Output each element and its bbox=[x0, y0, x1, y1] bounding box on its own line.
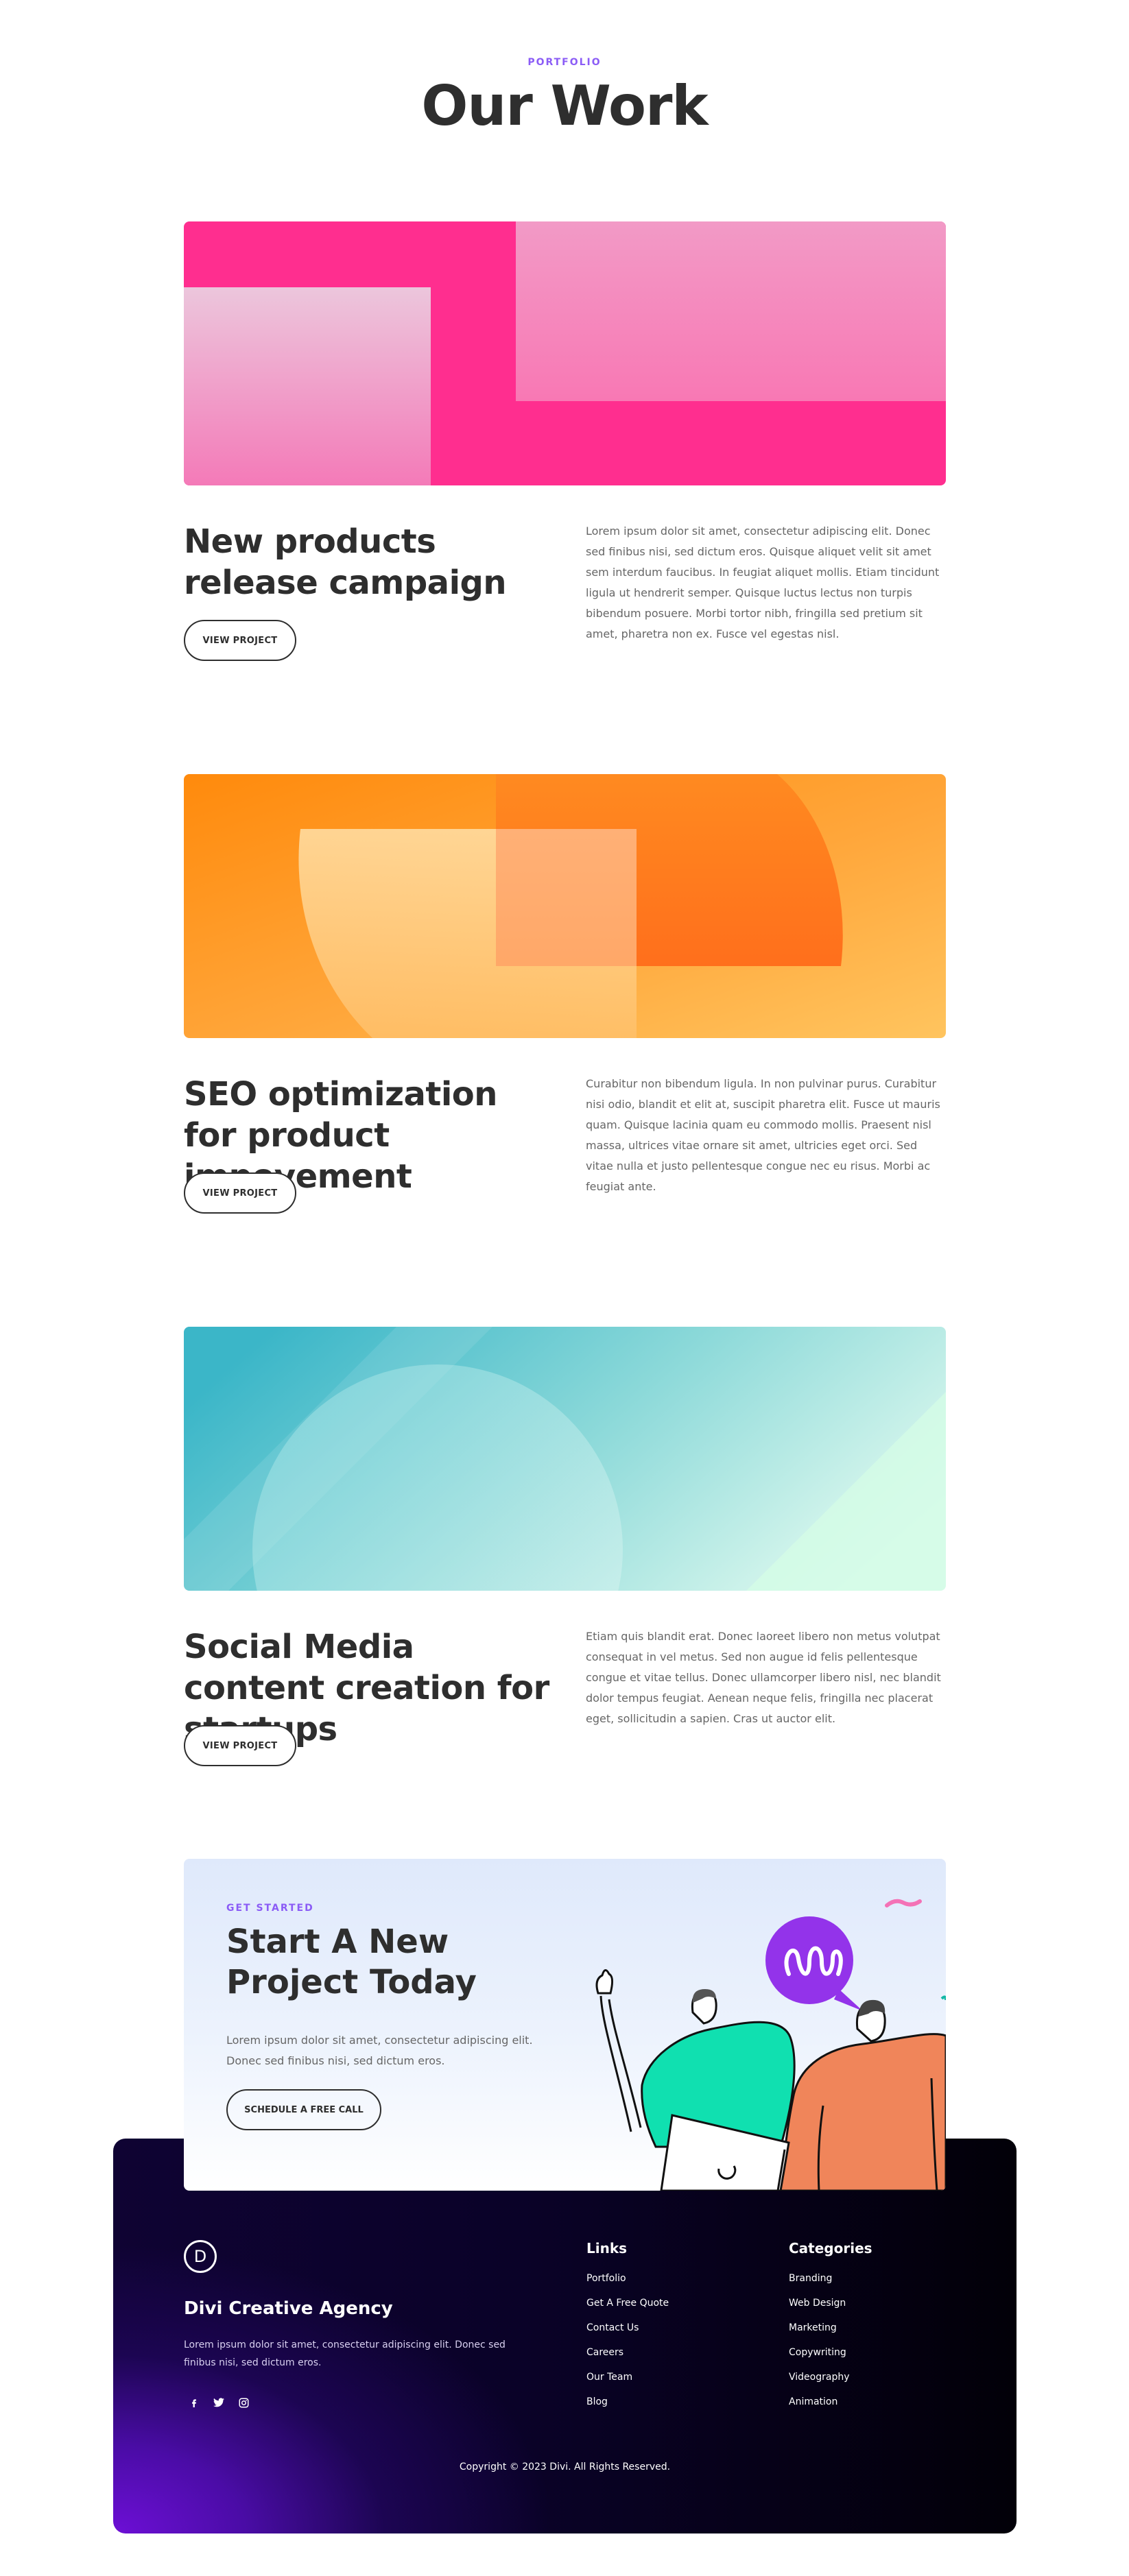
footer-category-link[interactable]: Branding bbox=[789, 2272, 850, 2296]
project-description: Lorem ipsum dolor sit amet, consectetur … bbox=[586, 525, 940, 640]
footer-link[interactable]: Our Team bbox=[586, 2370, 669, 2395]
categories-heading: Categories bbox=[789, 2240, 872, 2256]
facebook-icon[interactable] bbox=[184, 2392, 204, 2413]
section-eyebrow: PORTFOLIO bbox=[527, 57, 602, 68]
schedule-call-button[interactable]: SCHEDULE A FREE CALL bbox=[226, 2089, 381, 2130]
footer-link[interactable]: Blog bbox=[586, 2395, 669, 2420]
footer-description: Lorem ipsum dolor sit amet, consectetur … bbox=[184, 2339, 506, 2368]
view-project-button[interactable]: VIEW PROJECT bbox=[184, 1725, 296, 1766]
view-project-button[interactable]: VIEW PROJECT bbox=[184, 620, 296, 661]
team-illustration bbox=[595, 1899, 946, 2191]
copyright-text: Copyright © 2023 Divi. All Rights Reserv… bbox=[459, 2461, 671, 2472]
footer-link[interactable]: Get A Free Quote bbox=[586, 2296, 669, 2321]
project-title: New products release campaign bbox=[184, 522, 507, 602]
project-thumbnail[interactable] bbox=[184, 1327, 946, 1591]
links-heading: Links bbox=[586, 2240, 628, 2256]
instagram-icon[interactable] bbox=[233, 2392, 254, 2413]
twitter-icon[interactable] bbox=[209, 2392, 229, 2413]
footer-link[interactable]: Portfolio bbox=[586, 2272, 669, 2296]
cta-card: GET STARTED Start A New Project Today Lo… bbox=[184, 1859, 946, 2191]
cta-description: Lorem ipsum dolor sit amet, consectetur … bbox=[226, 2034, 533, 2067]
links-list: Portfolio Get A Free Quote Contact Us Ca… bbox=[586, 2272, 669, 2420]
footer-category-link[interactable]: Marketing bbox=[789, 2321, 850, 2346]
cta-title: Start A New Project Today bbox=[226, 1923, 477, 2001]
divi-logo[interactable]: D bbox=[184, 2240, 217, 2273]
page-title: Our Work bbox=[421, 74, 708, 138]
project-description: Curabitur non bibendum ligula. In non pu… bbox=[586, 1077, 940, 1193]
footer-category-link[interactable]: Videography bbox=[789, 2370, 850, 2395]
footer-link[interactable]: Careers bbox=[586, 2346, 669, 2370]
footer-link[interactable]: Contact Us bbox=[586, 2321, 669, 2346]
project-description: Etiam quis blandit erat. Donec laoreet l… bbox=[586, 1630, 941, 1725]
agency-name: Divi Creative Agency bbox=[184, 2298, 393, 2319]
footer-category-link[interactable]: Copywriting bbox=[789, 2346, 850, 2370]
cta-eyebrow: GET STARTED bbox=[226, 1903, 314, 1914]
project-thumbnail[interactable] bbox=[184, 774, 946, 1038]
view-project-button[interactable]: VIEW PROJECT bbox=[184, 1172, 296, 1214]
project-thumbnail[interactable] bbox=[184, 221, 946, 485]
site-footer: D Divi Creative Agency Lorem ipsum dolor… bbox=[113, 2139, 1017, 2533]
footer-category-link[interactable]: Web Design bbox=[789, 2296, 850, 2321]
categories-list: Branding Web Design Marketing Copywritin… bbox=[789, 2272, 850, 2420]
footer-category-link[interactable]: Animation bbox=[789, 2395, 850, 2420]
